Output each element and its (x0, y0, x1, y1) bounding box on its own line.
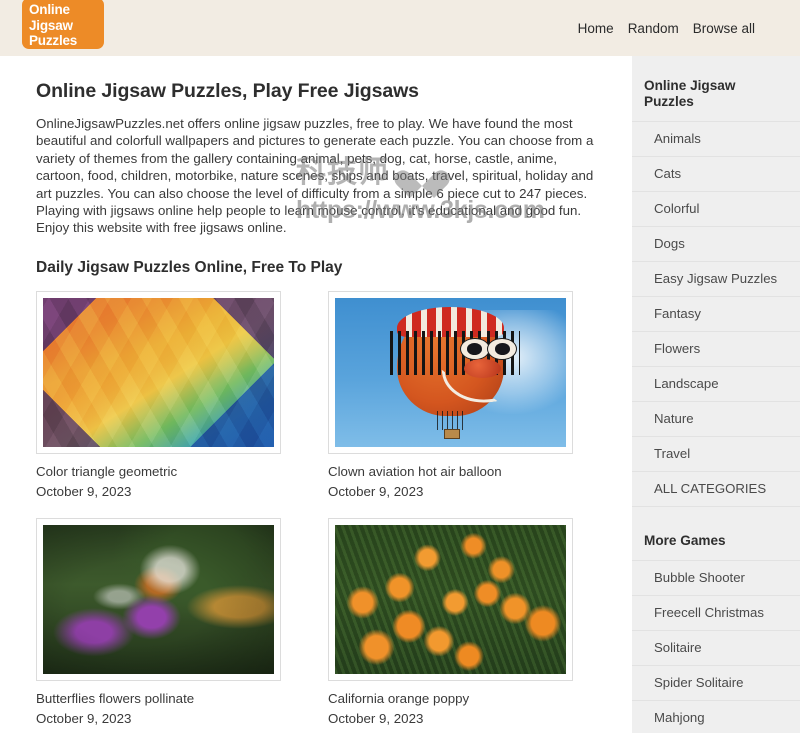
list-item[interactable]: Bubble Shooter (632, 560, 800, 595)
puzzle-thumbnail-frame[interactable] (328, 517, 573, 681)
color-triangle-geometric-art (43, 297, 274, 447)
california-orange-poppy-art (335, 524, 566, 674)
puzzle-thumbnail-image[interactable] (335, 297, 566, 447)
section-title: Daily Jigsaw Puzzles Online, Free To Pla… (36, 258, 343, 276)
sidebar-item-bubble-shooter[interactable]: Bubble Shooter (632, 561, 800, 595)
list-item[interactable]: Solitaire (632, 630, 800, 665)
puzzle-card[interactable]: California orange poppy October 9, 2023 (328, 517, 573, 727)
sidebar-more-games-list: Bubble Shooter Freecell Christmas Solita… (632, 560, 800, 733)
balloon-basket (443, 428, 460, 440)
sidebar-category-list: Animals Cats Colorful Dogs Easy Jigsaw P… (632, 121, 800, 506)
puzzle-card[interactable]: Color triangle geometric October 9, 2023 (36, 290, 281, 500)
list-item[interactable]: Nature (632, 401, 800, 436)
list-item[interactable]: Fantasy (632, 296, 800, 331)
site-logo[interactable]: Online Jigsaw Puzzles (22, 0, 104, 49)
list-item[interactable]: Travel (632, 436, 800, 471)
list-item[interactable]: Dogs (632, 226, 800, 261)
sidebar-item-freecell-christmas[interactable]: Freecell Christmas (632, 596, 800, 630)
puzzle-title[interactable]: Clown aviation hot air balloon (328, 463, 573, 480)
list-item[interactable]: Animals (632, 121, 800, 156)
sidebar-item-travel[interactable]: Travel (632, 437, 800, 471)
list-item[interactable]: Easy Jigsaw Puzzles (632, 261, 800, 296)
logo-line-3: Puzzles (29, 33, 78, 48)
list-item[interactable]: Landscape (632, 366, 800, 401)
intro-paragraph: OnlineJigsawPuzzles.net offers online ji… (36, 116, 594, 236)
site-header: Online Jigsaw Puzzles Home Random Browse… (0, 0, 800, 56)
puzzle-date: October 9, 2023 (36, 710, 132, 726)
puzzle-thumbnail-image[interactable] (335, 524, 566, 674)
puzzle-thumbnail-image[interactable] (43, 297, 274, 447)
list-item[interactable]: Spider Solitaire (632, 665, 800, 700)
sidebar-item-animals[interactable]: Animals (632, 122, 800, 156)
clown-hot-air-balloon-art (335, 297, 566, 447)
sidebar-more-games-heading: More Games (644, 533, 726, 548)
page-body: Online Jigsaw Puzzles, Play Free Jigsaws… (0, 56, 800, 733)
balloon-ropes (436, 411, 465, 431)
logo-line-1: Online (29, 2, 70, 17)
list-item[interactable]: Cats (632, 156, 800, 191)
list-item[interactable]: Colorful (632, 191, 800, 226)
main-content: Online Jigsaw Puzzles, Play Free Jigsaws… (0, 56, 632, 733)
puzzle-thumbnail-frame[interactable] (36, 517, 281, 681)
logo-line-2: Jigsaw (29, 17, 73, 33)
puzzle-date: October 9, 2023 (328, 710, 424, 726)
sidebar-item-fantasy[interactable]: Fantasy (632, 297, 800, 331)
sidebar-item-all-categories[interactable]: ALL CATEGORIES (632, 472, 800, 506)
sidebar: Online Jigsaw Puzzles Animals Cats Color… (632, 56, 800, 733)
puzzle-thumbnail-frame[interactable] (328, 290, 573, 454)
sidebar-item-landscape[interactable]: Landscape (632, 367, 800, 401)
butterflies-flowers-art (43, 524, 274, 674)
puzzle-card[interactable]: Clown aviation hot air balloon October 9… (328, 290, 573, 500)
sidebar-item-solitaire[interactable]: Solitaire (632, 631, 800, 665)
puzzle-title[interactable]: Butterflies flowers pollinate (36, 690, 281, 707)
clown-eye-left (459, 338, 490, 361)
nav-random[interactable]: Random (628, 21, 679, 36)
sidebar-item-cats[interactable]: Cats (632, 157, 800, 191)
puzzle-thumbnail-frame[interactable] (36, 290, 281, 454)
puzzle-grid: Color triangle geometric October 9, 2023 (36, 290, 596, 733)
puzzle-thumbnail-image[interactable] (43, 524, 274, 674)
sidebar-item-dogs[interactable]: Dogs (632, 227, 800, 261)
sidebar-item-flowers[interactable]: Flowers (632, 332, 800, 366)
list-item[interactable]: ALL CATEGORIES (632, 471, 800, 506)
list-item[interactable]: Freecell Christmas (632, 595, 800, 630)
sidebar-item-mahjong[interactable]: Mahjong (632, 701, 800, 733)
puzzle-card[interactable]: Butterflies flowers pollinate October 9,… (36, 517, 281, 727)
sidebar-categories-heading: Online Jigsaw Puzzles (644, 78, 736, 109)
nav-home[interactable]: Home (578, 21, 614, 36)
puzzle-date: October 9, 2023 (36, 483, 132, 499)
list-item[interactable]: Mahjong (632, 700, 800, 733)
puzzle-title[interactable]: California orange poppy (328, 690, 573, 707)
sidebar-item-spider-solitaire[interactable]: Spider Solitaire (632, 666, 800, 700)
puzzle-title[interactable]: Color triangle geometric (36, 463, 281, 480)
page-title: Online Jigsaw Puzzles, Play Free Jigsaws (36, 80, 419, 102)
list-item[interactable]: Flowers (632, 331, 800, 366)
puzzle-date: October 9, 2023 (328, 483, 424, 499)
sidebar-item-easy-jigsaw-puzzles[interactable]: Easy Jigsaw Puzzles (632, 262, 800, 296)
sidebar-item-colorful[interactable]: Colorful (632, 192, 800, 226)
main-nav: Home Random Browse all (578, 21, 755, 36)
nav-browse-all[interactable]: Browse all (693, 21, 755, 36)
sidebar-item-nature[interactable]: Nature (632, 402, 800, 436)
